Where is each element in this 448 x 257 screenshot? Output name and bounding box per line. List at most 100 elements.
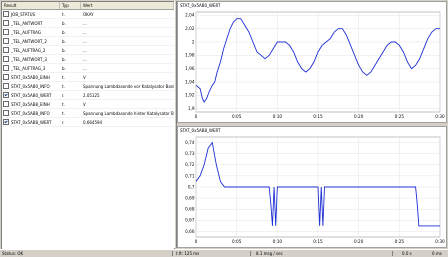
result-name: _TEL_AUFTRAG_2	[11, 47, 46, 53]
result-name: STAT_0x5AB0_WERT	[11, 92, 52, 98]
result-value: ...	[83, 47, 87, 53]
result-name: _TEL_ANTWORT	[11, 20, 43, 26]
table-row[interactable]: _TEL_AUFTRAG_2 b....	[2, 46, 174, 55]
result-typ: b.	[62, 47, 66, 53]
row-checkbox[interactable]	[3, 56, 9, 62]
y-tick-label: 1,94	[185, 79, 195, 84]
header-typ[interactable]: Typ	[60, 2, 81, 9]
table-row[interactable]: _TEL_ANTWORT_3 b....	[2, 55, 174, 64]
row-checkbox[interactable]	[3, 83, 9, 89]
result-name: STAT_0x5AB0_EINH	[11, 74, 50, 80]
result-typ: t.	[62, 74, 65, 80]
result-name: STAT_0x5AB8_INFO	[11, 110, 50, 116]
chart-5ab0: STAT_0x5AB0_WERT 1,9 1,92 1,94 1,96 1,98 2 2,0…	[177, 1, 447, 123]
table-row[interactable]: STAT_0x5AB0_WERT r. 2.05125	[2, 91, 174, 100]
table-row[interactable]: _TEL_AUFTRAG_3 b....	[2, 64, 174, 73]
result-name-cell: _TEL_AUFTRAG_3	[2, 65, 60, 71]
y-tick-label: 1,96	[185, 66, 195, 71]
row-checkbox[interactable]	[3, 29, 9, 35]
x-tick-label: 0:30	[435, 114, 445, 119]
table-body: JOB_STATUS t. OKAY _TEL_ANTWORT b.... _TEL_AU…	[2, 10, 174, 127]
result-typ: b.	[62, 56, 66, 62]
result-value: 0,664594	[83, 119, 103, 125]
table-row[interactable]: JOB_STATUS t. OKAY	[2, 10, 174, 19]
result-value: OKAY	[83, 11, 94, 17]
chart-5ab8: STAT_0x5AB8_WERT 0,66 0,67 0,68 0,69 0,7 0,71…	[177, 126, 447, 248]
table-row[interactable]: STAT_0x5AB0_INFO t. Spannung Lambdasonde v…	[2, 82, 174, 91]
result-name: STAT_0x5AB8_WERT	[11, 119, 52, 125]
y-tick-label: 1,98	[185, 53, 195, 58]
result-typ: t.	[62, 101, 65, 107]
table-row[interactable]: _TEL_ANTWORT b....	[2, 19, 174, 28]
y-tick-label: 0,67	[185, 218, 195, 223]
rate-text: 8.1 msg / sec	[256, 251, 283, 256]
result-name-cell: _TEL_ANTWORT_2	[2, 38, 60, 44]
row-checkbox[interactable]	[3, 110, 9, 116]
table-row[interactable]: _TEL_AUFTRAG b....	[2, 28, 174, 37]
table-row[interactable]: STAT_0x5AB8_INFO t. Spannung Lambdasonde h…	[2, 109, 174, 118]
row-checkbox[interactable]	[3, 92, 9, 98]
row-checkbox[interactable]	[3, 47, 9, 53]
y-tick-label: 0,73	[185, 151, 195, 156]
x-tick-label: 0:15	[313, 114, 323, 119]
x-tick-label: 0	[195, 114, 198, 119]
result-name-cell: _TEL_AUFTRAG	[2, 29, 60, 35]
result-name: STAT_0x5AB0_INFO	[11, 83, 50, 89]
result-typ: r.	[62, 119, 65, 125]
x-tick-label: 0:10	[273, 114, 283, 119]
header-wert[interactable]: Wert	[81, 2, 174, 9]
result-name-cell: _TEL_AUFTRAG_2	[2, 47, 60, 53]
result-name-cell: STAT_0x5AB0_INFO	[2, 83, 60, 89]
status-separator	[250, 251, 251, 256]
result-name-cell: STAT_0x5AB8_INFO	[2, 110, 60, 116]
result-name-cell: _TEL_ANTWORT	[2, 20, 60, 26]
table-row[interactable]: STAT_0x5AB8_EINH t. V	[2, 100, 174, 109]
row-checkbox[interactable]	[3, 65, 9, 71]
x-tick-label: 0:25	[395, 114, 405, 119]
y-tick-label: 0,68	[185, 207, 195, 212]
result-name-cell: STAT_0x5AB8_EINH	[2, 101, 60, 107]
y-tick-label: 1,9	[188, 106, 195, 111]
table-row[interactable]: STAT_0x5AB8_WERT r. 0,664594	[2, 118, 174, 127]
result-value: V	[83, 74, 86, 80]
result-value: ...	[83, 56, 87, 62]
charts-panel: STAT_0x5AB0_WERT 1,9 1,92 1,94 1,96 1,98 2 2,0…	[177, 1, 447, 248]
x-tick-label: 0:20	[354, 239, 364, 244]
result-value: ...	[83, 29, 87, 35]
result-value: V	[83, 101, 86, 107]
status-separator	[172, 251, 173, 256]
row-checkbox[interactable]	[3, 119, 9, 125]
result-name-cell: STAT_0x5AB0_EINH	[2, 74, 60, 80]
row-checkbox[interactable]	[3, 38, 9, 44]
row-checkbox[interactable]	[3, 11, 9, 17]
elapsed-text: 0 ms	[432, 251, 442, 256]
result-typ: t.	[62, 110, 65, 116]
table-row[interactable]: STAT_0x5AB0_EINH t. V	[2, 73, 174, 82]
result-typ: b.	[62, 65, 66, 71]
result-typ: r.	[62, 92, 65, 98]
row-checkbox[interactable]	[3, 20, 9, 26]
result-value: Spannung Lambdasonde vor Katalysator Ban…	[83, 83, 174, 89]
result-value: Spannung Lambdasonde hinter Katalysator …	[83, 110, 174, 116]
y-tick-label: 2	[192, 39, 195, 44]
row-checkbox[interactable]	[3, 101, 9, 107]
x-tick-label: 0:20	[354, 114, 364, 119]
result-typ: b.	[62, 20, 66, 26]
x-tick-label: 0	[195, 239, 198, 244]
y-tick-label: 0,66	[185, 229, 195, 234]
result-value: ...	[83, 20, 87, 26]
header-result[interactable]: Result	[2, 2, 60, 9]
result-typ: t.	[62, 11, 65, 17]
result-value: 2.05125	[83, 92, 100, 98]
status-separator	[392, 251, 393, 256]
result-value: ...	[83, 38, 87, 44]
result-name: _TEL_ANTWORT_2	[11, 38, 47, 44]
result-typ: b.	[62, 29, 66, 35]
y-tick-label: 0,71	[185, 173, 195, 178]
row-checkbox[interactable]	[3, 74, 9, 80]
chart-svg: 1,9 1,92 1,94 1,96 1,98 2 2,02 2,04 0 0:05 0:10 0:1…	[185, 11, 445, 119]
status-text: Status: OK	[2, 251, 24, 256]
y-tick-label: 0,69	[185, 196, 195, 201]
table-row[interactable]: _TEL_ANTWORT_2 b....	[2, 37, 174, 46]
result-name: STAT_0x5AB8_EINH	[11, 101, 50, 107]
